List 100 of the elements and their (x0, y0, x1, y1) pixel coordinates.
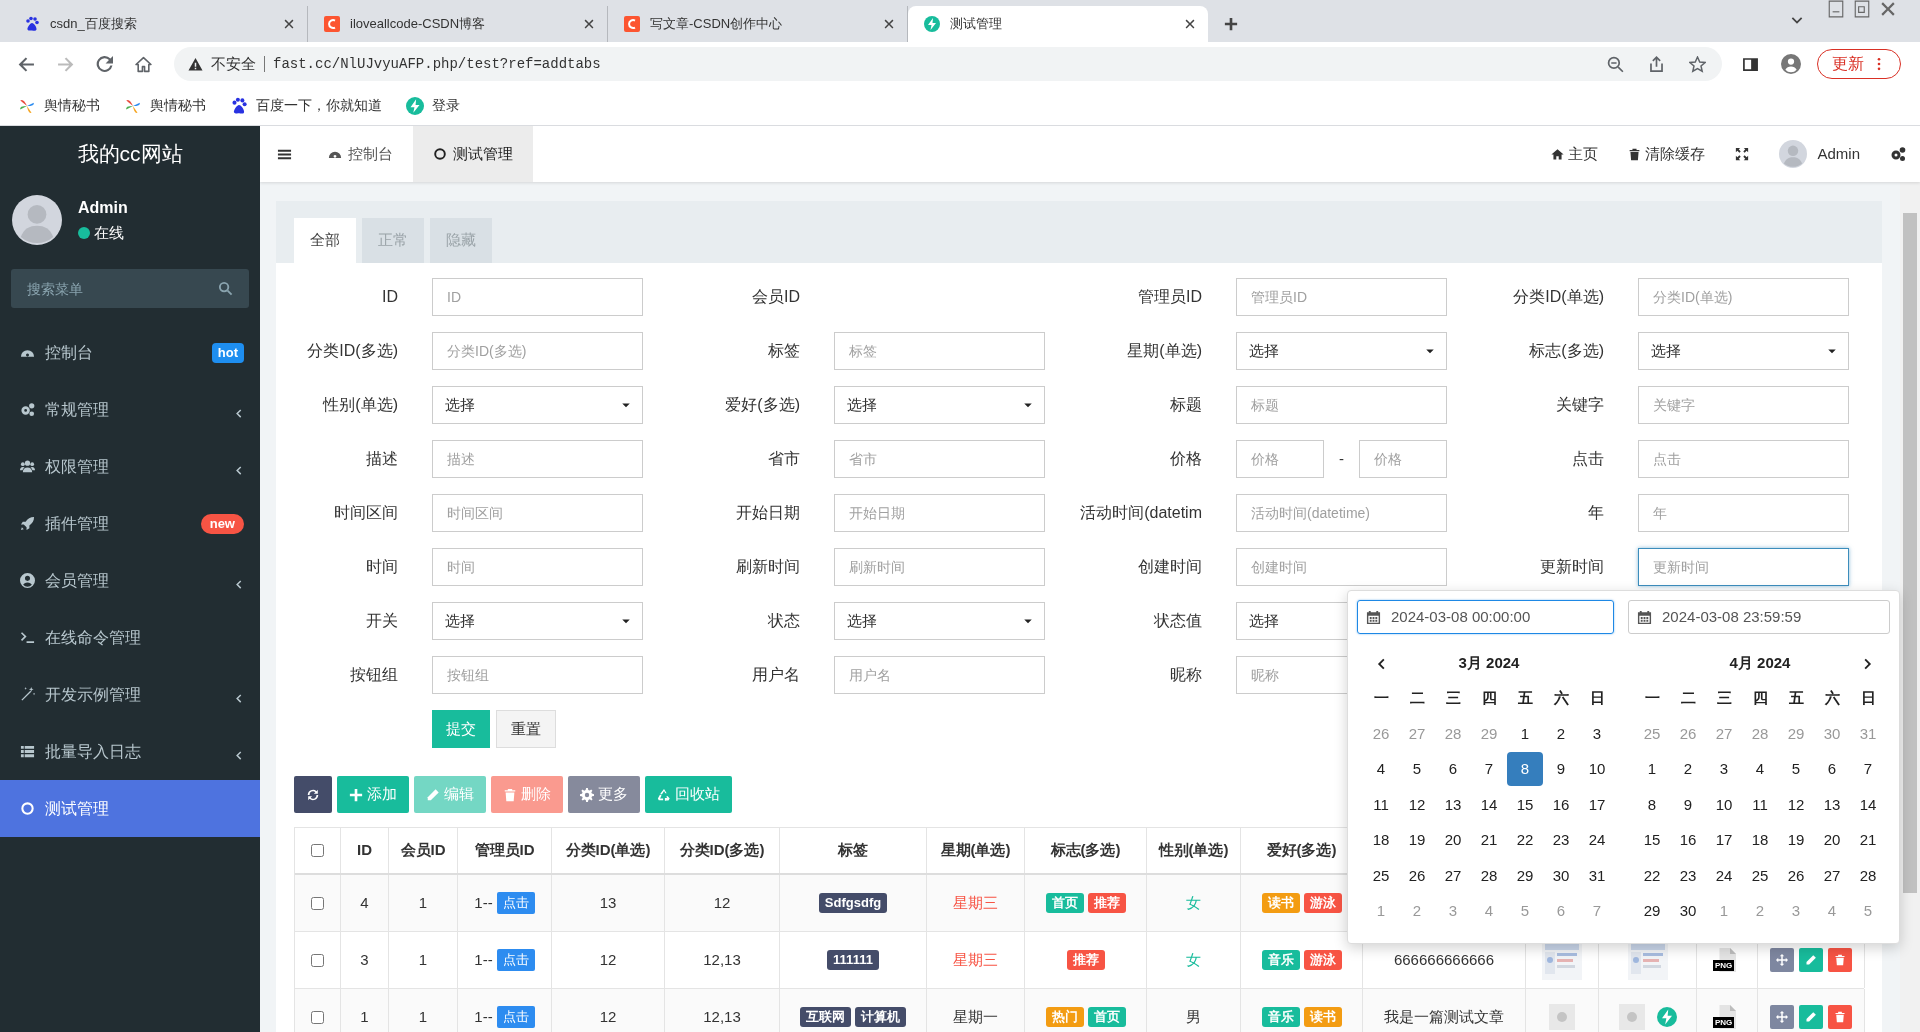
calendar-day[interactable]: 22 (1634, 858, 1670, 893)
bookmark-link[interactable]: 舆情秘书 (150, 95, 206, 116)
calendar-day[interactable]: 19 (1778, 823, 1814, 858)
calendar-day[interactable]: 4 (1363, 752, 1399, 787)
select-field[interactable]: 选择 (834, 386, 1045, 424)
new-tab-icon[interactable] (1224, 17, 1238, 31)
delete-button[interactable] (1828, 1005, 1852, 1029)
row-checkbox[interactable] (311, 1010, 324, 1024)
nav-tab[interactable]: 测试管理 (413, 126, 533, 182)
calendar-day[interactable]: 8 (1634, 787, 1670, 822)
calendar-day[interactable]: 3 (1706, 752, 1742, 787)
calendar-day[interactable]: 7 (1471, 752, 1507, 787)
select-field[interactable]: 选择 (834, 602, 1045, 640)
column-header[interactable]: 标签 (838, 839, 868, 862)
bookmark-link[interactable]: 百度一下，你就知道 (256, 95, 382, 116)
settings-icon[interactable] (1890, 146, 1906, 162)
calendar-day[interactable]: 20 (1435, 823, 1471, 858)
column-header[interactable]: 标志(多选) (1050, 839, 1121, 862)
calendar-day[interactable]: 24 (1706, 858, 1742, 893)
select-field[interactable]: 选择 (1236, 332, 1447, 370)
calendar-day[interactable]: 12 (1778, 787, 1814, 822)
column-header[interactable]: 分类ID(单选) (565, 839, 651, 862)
refresh-button[interactable] (294, 776, 332, 813)
calendar-day[interactable]: 2 (1670, 752, 1706, 787)
select-field[interactable]: 选择 (432, 386, 643, 424)
close-icon[interactable] (883, 18, 895, 30)
calendar-day[interactable]: 28 (1850, 858, 1886, 893)
calendar-day[interactable]: 12 (1399, 787, 1435, 822)
menu-item[interactable]: 会员管理 (0, 552, 260, 609)
calendar-day[interactable]: 24 (1579, 823, 1615, 858)
calendar-day[interactable]: 27 (1435, 858, 1471, 893)
close-icon[interactable] (1184, 18, 1196, 30)
menu-item[interactable]: 在线命令管理 (0, 609, 260, 666)
search-field[interactable]: 搜索菜单 (11, 269, 249, 308)
zoom-out-icon[interactable] (1607, 55, 1624, 73)
star-icon[interactable] (1689, 55, 1706, 73)
calendar-day[interactable]: 15 (1507, 787, 1543, 822)
column-header[interactable]: 会员ID (400, 839, 446, 862)
calendar-day[interactable]: 10 (1579, 752, 1615, 787)
close-icon[interactable] (583, 18, 595, 30)
menu-item[interactable]: 权限管理 (0, 438, 260, 495)
calendar-day[interactable]: 5 (1778, 752, 1814, 787)
filter-tab[interactable]: 全部 (294, 218, 356, 263)
text-field[interactable]: 标签 (834, 332, 1045, 370)
header-link[interactable]: 清除缓存 (1628, 142, 1706, 166)
calendar-day[interactable]: 23 (1543, 823, 1579, 858)
calendar-day[interactable]: 14 (1850, 787, 1886, 822)
text-field[interactable]: 刷新时间 (834, 548, 1045, 586)
text-field[interactable]: 分类ID(多选) (432, 332, 643, 370)
row-checkbox[interactable] (311, 953, 324, 967)
date-field[interactable]: 2024-03-08 23:59:59 (1628, 600, 1890, 634)
header-link[interactable]: 主页 (1551, 142, 1599, 166)
calendar-day[interactable]: 1 (1634, 752, 1670, 787)
calendar-day[interactable]: 30 (1670, 894, 1706, 929)
text-field[interactable]: 关键字 (1638, 386, 1849, 424)
column-header[interactable]: 星期(单选) (940, 839, 1011, 862)
delete-button[interactable] (1828, 948, 1852, 972)
column-header[interactable]: 性别(单选) (1158, 839, 1229, 862)
column-header[interactable]: 管理员ID (474, 839, 535, 862)
select-all-checkbox[interactable] (311, 844, 324, 857)
side-panel-icon[interactable] (1742, 55, 1759, 73)
move-button[interactable] (1770, 948, 1794, 972)
menu-item[interactable]: 开发示例管理 (0, 666, 260, 723)
paw-icon[interactable] (230, 96, 248, 115)
calendar-day[interactable]: 13 (1814, 787, 1850, 822)
calendar-day[interactable]: 29 (1634, 894, 1670, 929)
calendar-day[interactable]: 25 (1363, 858, 1399, 893)
calendar-day[interactable]: 22 (1507, 823, 1543, 858)
calendar-day[interactable]: 23 (1670, 858, 1706, 893)
menu-item[interactable]: 常规管理 (0, 381, 260, 438)
calendar-day[interactable]: 11 (1363, 787, 1399, 822)
close-icon[interactable] (283, 18, 295, 30)
calendar-day[interactable]: 15 (1634, 823, 1670, 858)
date-field[interactable]: 2024-03-08 00:00:00 (1357, 600, 1614, 634)
text-field[interactable]: 管理员ID (1236, 278, 1447, 316)
share-icon[interactable] (1648, 55, 1665, 73)
address-bar[interactable]: 不安全 fast.cc/NlUJvyuAFP.php/test?ref=addtabs (174, 47, 1722, 81)
column-header[interactable]: ID (357, 839, 372, 862)
calendar-day[interactable]: 11 (1742, 787, 1778, 822)
menu-item[interactable]: 控制台 hot (0, 324, 260, 381)
calendar-day[interactable]: 19 (1399, 823, 1435, 858)
calendar-day[interactable]: 17 (1579, 787, 1615, 822)
column-header[interactable]: 分类ID(多选) (679, 839, 765, 862)
calendar-day[interactable]: 6 (1435, 752, 1471, 787)
calendar-day[interactable]: 5 (1399, 752, 1435, 787)
calendar-day[interactable]: 21 (1471, 823, 1507, 858)
select-field[interactable]: 选择 (432, 602, 643, 640)
calendar-day[interactable]: 6 (1814, 752, 1850, 787)
calendar-day[interactable]: 3 (1579, 716, 1615, 751)
back-icon[interactable] (18, 55, 35, 73)
calendar-day[interactable]: 4 (1742, 752, 1778, 787)
text-field[interactable]: ID (432, 278, 643, 316)
bookmark-link[interactable]: 舆情秘书 (44, 95, 100, 116)
text-field[interactable]: 标题 (1236, 386, 1447, 424)
text-field[interactable]: 时间区间 (432, 494, 643, 532)
calendar-day[interactable]: 18 (1363, 823, 1399, 858)
calendar-day[interactable]: 10 (1706, 787, 1742, 822)
calendar-day[interactable]: 21 (1850, 823, 1886, 858)
text-field[interactable]: 价格 (1359, 440, 1447, 478)
text-field[interactable]: 按钮组 (432, 656, 643, 694)
